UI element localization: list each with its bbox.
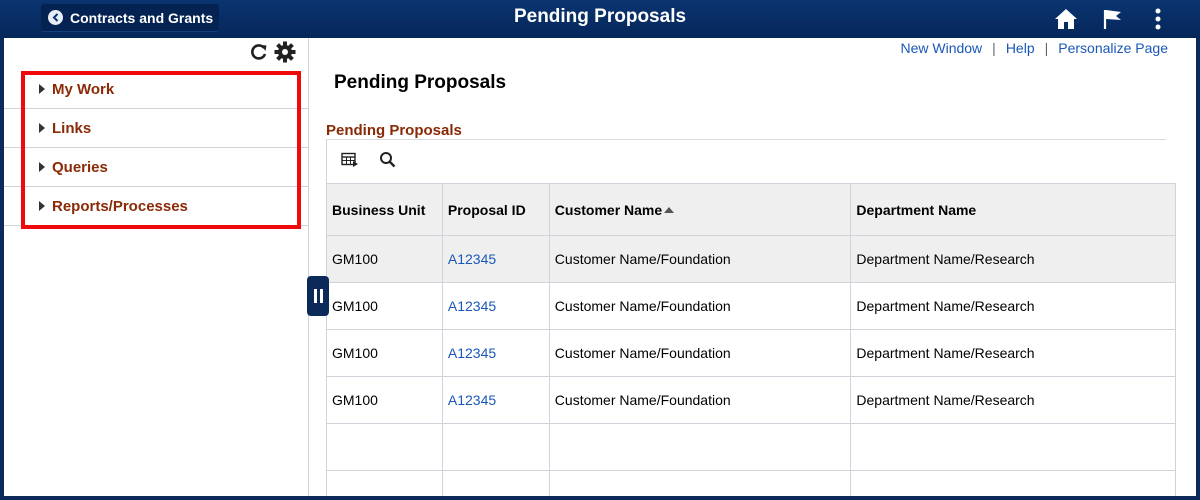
link-separator: | <box>1044 40 1049 56</box>
cell-proposal-id-link[interactable]: A12345 <box>442 376 550 424</box>
nav-item-label: Links <box>52 119 92 137</box>
cell-department-name: Department Name/Research <box>850 329 1176 377</box>
more-vert-icon[interactable] <box>1144 5 1172 33</box>
content-frame: My Work Links Queries Reports/Processes … <box>4 38 1196 496</box>
cell-customer-name: Customer Name/Foundation <box>549 376 852 424</box>
left-nav-panel: My Work Links Queries Reports/Processes <box>4 38 309 496</box>
nav-accordion: My Work Links Queries Reports/Processes <box>4 70 308 226</box>
caret-right-icon <box>39 201 45 211</box>
caret-right-icon <box>39 84 45 94</box>
column-header-department-name[interactable]: Department Name <box>850 183 1176 236</box>
grid-toolbar <box>326 140 1176 184</box>
cell-proposal-id-link[interactable]: A12345 <box>442 235 550 283</box>
nav-item-my-work[interactable]: My Work <box>4 70 308 109</box>
nav-item-label: Queries <box>52 158 108 176</box>
table-row[interactable]: GM100 A12345 Customer Name/Foundation De… <box>326 235 1176 283</box>
cell-business-unit: GM100 <box>326 282 443 330</box>
refresh-icon[interactable] <box>250 43 268 66</box>
flag-icon[interactable] <box>1099 5 1127 33</box>
table-row[interactable]: GM100 A12345 Customer Name/Foundation De… <box>326 329 1176 377</box>
pause-bar-icon <box>313 289 317 303</box>
column-header-business-unit[interactable]: Business Unit <box>326 183 443 236</box>
proposals-grid: Business Unit Proposal ID Customer Name … <box>326 183 1176 496</box>
grid-title: Pending Proposals <box>326 122 462 139</box>
cell-customer-name: Customer Name/Foundation <box>549 329 852 377</box>
link-separator: | <box>992 40 996 56</box>
personalize-page-link[interactable]: Personalize Page <box>1058 40 1168 56</box>
cell-customer-name: Customer Name/Foundation <box>549 235 852 283</box>
panel-collapse-handle[interactable] <box>307 276 329 316</box>
table-row-empty <box>326 470 1176 496</box>
cell-business-unit: GM100 <box>326 329 443 377</box>
table-row[interactable]: GM100 A12345 Customer Name/Foundation De… <box>326 376 1176 424</box>
left-panel-toolbar <box>250 41 296 68</box>
help-link[interactable]: Help <box>1006 40 1035 56</box>
back-button-label: Contracts and Grants <box>70 9 214 26</box>
new-window-link[interactable]: New Window <box>900 40 982 56</box>
nav-item-queries[interactable]: Queries <box>4 148 308 187</box>
caret-right-icon <box>39 162 45 172</box>
caret-right-icon <box>39 123 45 133</box>
nav-item-reports-processes[interactable]: Reports/Processes <box>4 187 308 226</box>
chevron-left-icon <box>48 10 63 25</box>
grid-header-row: Business Unit Proposal ID Customer Name … <box>326 183 1176 236</box>
page-heading: Pending Proposals <box>334 72 507 93</box>
cell-proposal-id-link[interactable]: A12345 <box>442 282 550 330</box>
nav-item-links[interactable]: Links <box>4 109 308 148</box>
cell-business-unit: GM100 <box>326 235 443 283</box>
column-header-customer-name[interactable]: Customer Name <box>549 183 852 236</box>
cell-customer-name: Customer Name/Foundation <box>549 282 852 330</box>
app-header: Contracts and Grants Pending Proposals <box>0 0 1200 38</box>
table-row[interactable]: GM100 A12345 Customer Name/Foundation De… <box>326 282 1176 330</box>
cell-proposal-id-link[interactable]: A12345 <box>442 329 550 377</box>
gear-icon[interactable] <box>274 41 296 68</box>
pause-bar-icon <box>319 289 323 303</box>
cell-department-name: Department Name/Research <box>850 282 1176 330</box>
cell-department-name: Department Name/Research <box>850 376 1176 424</box>
home-icon[interactable] <box>1052 5 1080 33</box>
nav-item-label: Reports/Processes <box>52 197 188 215</box>
sort-ascending-icon <box>664 206 675 213</box>
grid-settings-icon[interactable] <box>341 152 359 173</box>
table-row-empty <box>326 423 1176 471</box>
nav-item-label: My Work <box>52 80 115 98</box>
cell-department-name: Department Name/Research <box>850 235 1176 283</box>
search-icon[interactable] <box>379 151 396 173</box>
column-header-proposal-id[interactable]: Proposal ID <box>442 183 550 236</box>
back-button[interactable]: Contracts and Grants <box>41 4 219 32</box>
cell-business-unit: GM100 <box>326 376 443 424</box>
top-links: New Window | Help | Personalize Page <box>900 40 1168 56</box>
